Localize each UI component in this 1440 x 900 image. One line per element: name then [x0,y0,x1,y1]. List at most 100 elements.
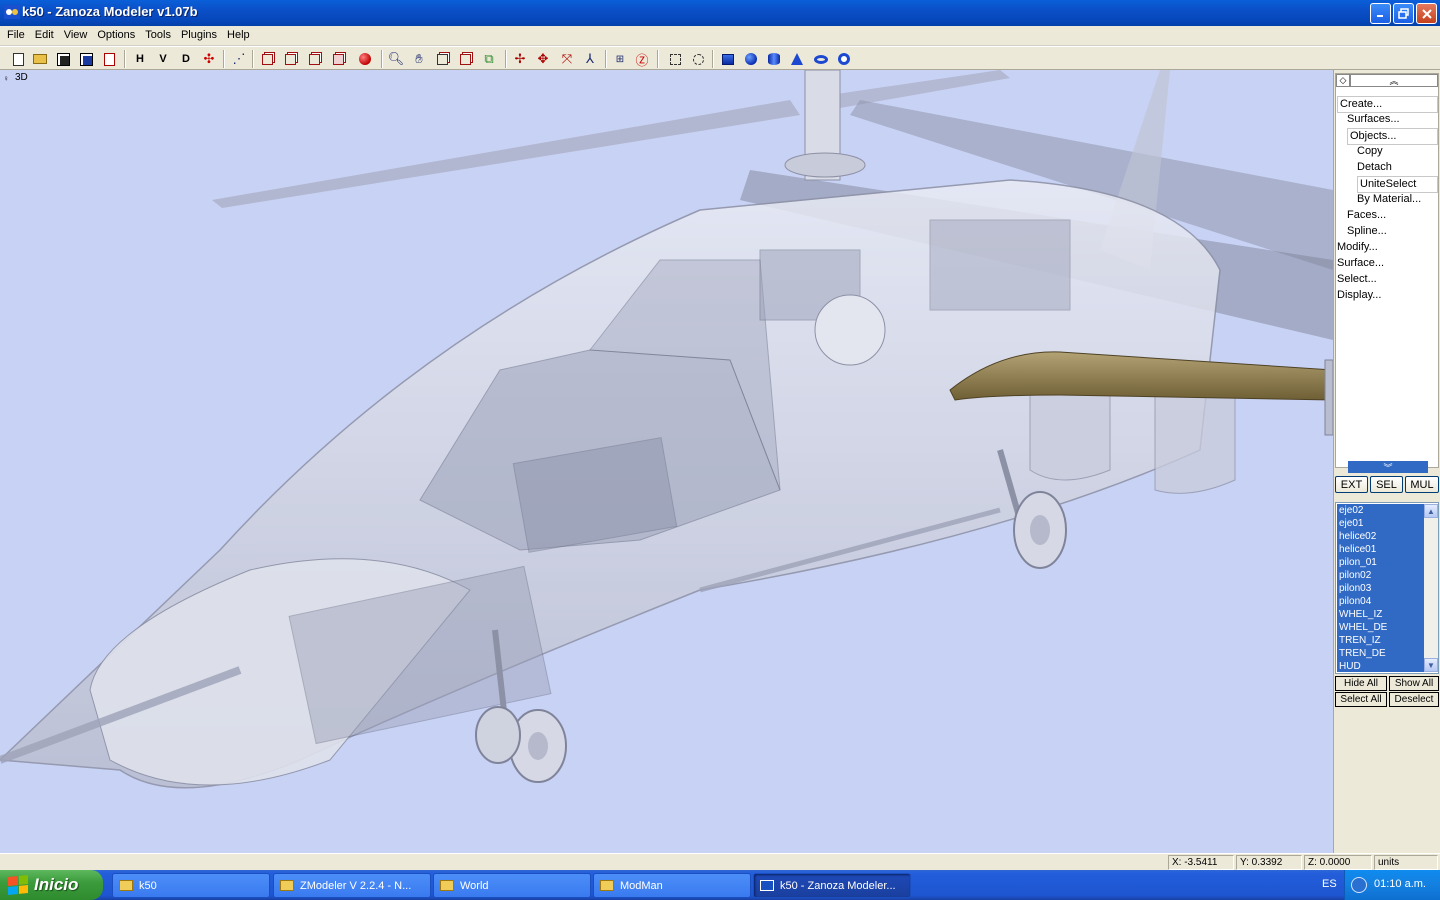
wire-cube-button[interactable] [258,50,276,68]
viewport-pin-icon[interactable]: ♀ [3,74,10,83]
save-button[interactable] [54,50,72,68]
task-world-folder[interactable]: World [433,873,591,898]
rotate-button[interactable]: ✥ [534,50,552,68]
clock[interactable]: 01:10 a.m. [1374,878,1426,890]
command-objects[interactable]: Objects... [1347,128,1438,145]
show-all-button[interactable]: Show All [1389,676,1439,691]
zoom-extents-button[interactable] [433,50,451,68]
pan-button[interactable]: ✋︎ [410,50,428,68]
object-list-item[interactable]: pilon_01 [1337,556,1424,569]
task-modman-folder[interactable]: ModMan [593,873,751,898]
3d-viewport[interactable]: ♀ 3D [0,70,1333,853]
create-torus-button[interactable] [812,50,830,68]
start-button[interactable]: Inicio [0,870,103,900]
minimize-button[interactable] [1370,3,1391,24]
menu-tools[interactable]: Tools [140,27,176,44]
textured-cube-button[interactable] [329,50,347,68]
zoom-button[interactable]: 🔍︎ [387,50,405,68]
object-list-item[interactable]: helice01 [1337,543,1424,556]
export-button[interactable] [100,50,118,68]
view-v-button[interactable]: V [154,50,172,68]
save-as-button[interactable] [77,50,95,68]
command-surface[interactable]: Surface... [1337,256,1384,271]
open-file-button[interactable] [31,50,49,68]
object-list-scrollbar[interactable]: ▲ ▼ [1424,504,1438,672]
command-surfaces[interactable]: Surfaces... [1347,112,1400,127]
task-k50-folder[interactable]: k50 [112,873,270,898]
command-select[interactable]: Select... [1337,272,1377,287]
mul-mode-button[interactable]: MUL [1405,476,1439,493]
close-button[interactable] [1416,3,1437,24]
toolbar-separator [223,50,225,68]
command-modify[interactable]: Modify... [1337,240,1378,255]
create-cone-button[interactable] [788,50,806,68]
move-button[interactable]: ✢ [511,50,529,68]
restore-button[interactable] [1393,3,1414,24]
scale-button[interactable]: ⤧ [558,50,576,68]
tree-scroll-down-button[interactable]: ︾ [1348,461,1428,473]
object-list-item[interactable]: eje01 [1337,517,1424,530]
object-list-item[interactable]: pilon03 [1337,582,1424,595]
menu-plugins[interactable]: Plugins [176,27,222,44]
create-tube-button[interactable] [835,50,853,68]
object-list[interactable]: eje02 eje01 helice02 helice01 pilon_01 pilon0… [1335,502,1439,674]
shaded-cube-button[interactable] [305,50,323,68]
object-list-item[interactable]: TREN_IZ [1337,634,1424,647]
zoom-region-button[interactable] [456,50,474,68]
object-list-item[interactable]: TREN_DE [1337,647,1424,660]
create-box-button[interactable] [719,50,737,68]
command-display[interactable]: Display... [1337,288,1381,303]
zmodeler-button[interactable]: Ⓩ [633,50,651,68]
object-list-item[interactable]: HUD [1337,660,1424,673]
menu-options[interactable]: Options [92,27,140,44]
flat-cube-button[interactable] [281,50,299,68]
title-bar[interactable]: k50 - Zanoza Modeler v1.07b [0,0,1440,26]
tray-network-icon[interactable] [1351,877,1367,893]
select-circle-button[interactable] [689,50,707,68]
select-rect-button[interactable] [666,50,684,68]
view-d-button[interactable]: D [177,50,195,68]
scroll-down-button[interactable]: ▼ [1424,658,1438,672]
select-all-button[interactable]: Select All [1335,692,1387,707]
maximize-view-button[interactable]: ⧉ [480,50,498,68]
object-list-item[interactable]: eje02 [1337,504,1424,517]
tree-scroll-up-button[interactable]: ︽ [1350,74,1438,87]
object-list-item[interactable]: pilon02 [1337,569,1424,582]
language-indicator[interactable]: ES [1322,878,1337,890]
menu-view[interactable]: View [59,27,93,44]
scroll-up-button[interactable]: ▲ [1424,504,1438,518]
object-list-item[interactable]: helice02 [1337,530,1424,543]
hide-all-button[interactable]: Hide All [1335,676,1387,691]
command-copy[interactable]: Copy [1357,144,1383,159]
sel-mode-button[interactable]: SEL [1370,476,1403,493]
create-cylinder-button[interactable] [765,50,783,68]
ext-mode-button[interactable]: EXT [1335,476,1368,493]
command-detach[interactable]: Detach [1357,160,1392,175]
uv-map-icon: ⊞ [615,53,625,65]
command-by-material[interactable]: By Material... [1357,192,1421,207]
object-list-item[interactable]: WHEL_DE [1337,621,1424,634]
vertex-select-button[interactable]: ⋰ [230,50,248,68]
command-spline[interactable]: Spline... [1347,224,1387,239]
new-file-button[interactable] [9,50,27,68]
command-faces[interactable]: Faces... [1347,208,1386,223]
chevron-down-icon: ▼ [1427,660,1435,670]
command-create[interactable]: Create... [1337,96,1438,113]
render-sphere-button[interactable] [356,50,374,68]
axis-button[interactable]: ✣ [200,50,218,68]
menu-edit[interactable]: Edit [30,27,59,44]
deselect-button[interactable]: Deselect [1389,692,1439,707]
menu-file[interactable]: File [2,27,30,44]
command-uniteselect[interactable]: UniteSelect [1357,176,1438,193]
create-sphere-button[interactable] [742,50,760,68]
uv-map-button[interactable]: ⊞ [611,50,629,68]
view-h-button[interactable]: H [131,50,149,68]
axes-button[interactable]: ⅄ [581,50,599,68]
object-list-items[interactable]: eje02 eje01 helice02 helice01 pilon_01 pilon0… [1337,504,1424,672]
panel-pin-button[interactable]: ◇ [1336,74,1350,87]
object-list-item[interactable]: pilon04 [1337,595,1424,608]
menu-help[interactable]: Help [222,27,255,44]
task-zmodeler-folder[interactable]: ZModeler V 2.2.4 - N... [273,873,431,898]
task-zanoza-modeler[interactable]: k50 - Zanoza Modeler... [753,873,911,898]
object-list-item[interactable]: WHEL_IZ [1337,608,1424,621]
